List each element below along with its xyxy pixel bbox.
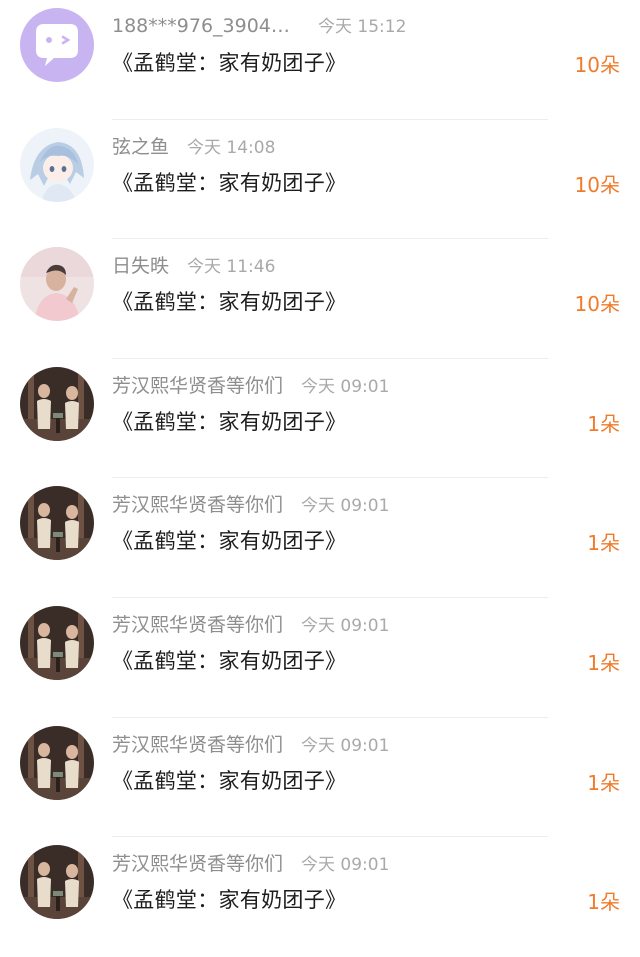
user-name[interactable]: 188***976_39048... bbox=[112, 15, 300, 37]
item-content: 《孟鹤堂：家有奶团子》 bbox=[112, 51, 347, 75]
user-name[interactable]: 芳汉熙华贤香等你们 bbox=[112, 849, 283, 876]
timestamp: 今天 11:46 bbox=[187, 257, 276, 278]
flower-count: 10朵 bbox=[574, 172, 620, 197]
flower-count: 1朵 bbox=[587, 411, 620, 436]
avatar[interactable] bbox=[20, 606, 94, 680]
flower-count: 10朵 bbox=[574, 53, 620, 77]
item-meta: 188***976_39048... 今天 15:12 bbox=[112, 12, 406, 40]
list-item[interactable]: 芳汉熙华贤香等你们 今天 09:01 《孟鹤堂：家有奶团子》 1朵 bbox=[0, 478, 640, 598]
flower-count: 10朵 bbox=[574, 292, 620, 317]
item-content: 《孟鹤堂：家有奶团子》 bbox=[112, 529, 347, 554]
timestamp: 今天 09:01 bbox=[301, 376, 390, 397]
timestamp: 今天 09:01 bbox=[301, 615, 390, 636]
item-content: 《孟鹤堂：家有奶团子》 bbox=[112, 290, 347, 315]
anime-girl-avatar bbox=[20, 128, 94, 202]
stage-duo-photo-avatar bbox=[20, 845, 94, 919]
list-item[interactable]: 188***976_39048... 今天 15:12 《孟鹤堂：家有奶团子》 … bbox=[0, 0, 640, 120]
avatar[interactable] bbox=[20, 8, 94, 82]
item-meta: 日失昳 今天 11:46 bbox=[112, 251, 275, 279]
avatar[interactable] bbox=[20, 128, 94, 202]
item-content: 《孟鹤堂：家有奶团子》 bbox=[112, 648, 347, 673]
avatar[interactable] bbox=[20, 726, 94, 800]
list-item[interactable]: 日失昳 今天 11:46 《孟鹤堂：家有奶团子》 10朵 bbox=[0, 239, 640, 359]
stage-duo-photo-avatar bbox=[20, 367, 94, 441]
item-meta: 芳汉熙华贤香等你们 今天 09:01 bbox=[112, 490, 389, 518]
user-name[interactable]: 芳汉熙华贤香等你们 bbox=[112, 371, 283, 398]
person-photo-avatar bbox=[20, 247, 94, 321]
list-item[interactable]: 芳汉熙华贤香等你们 今天 09:01 《孟鹤堂：家有奶团子》 1朵 bbox=[0, 837, 640, 957]
list-item[interactable]: 弦之鱼 今天 14:08 《孟鹤堂：家有奶团子》 10朵 bbox=[0, 120, 640, 240]
item-meta: 芳汉熙华贤香等你们 今天 09:01 bbox=[112, 849, 389, 877]
timestamp: 今天 09:01 bbox=[301, 735, 390, 756]
gift-list: 188***976_39048... 今天 15:12 《孟鹤堂：家有奶团子》 … bbox=[0, 0, 640, 957]
user-name[interactable]: 弦之鱼 bbox=[112, 132, 169, 159]
stage-duo-photo-avatar bbox=[20, 726, 94, 800]
item-content: 《孟鹤堂：家有奶团子》 bbox=[112, 409, 347, 434]
item-meta: 芳汉熙华贤香等你们 今天 09:01 bbox=[112, 371, 389, 399]
avatar[interactable] bbox=[20, 247, 94, 321]
item-meta: 芳汉熙华贤香等你们 今天 09:01 bbox=[112, 610, 389, 638]
item-content: 《孟鹤堂：家有奶团子》 bbox=[112, 170, 347, 195]
user-name[interactable]: 芳汉熙华贤香等你们 bbox=[112, 730, 283, 757]
stage-duo-photo-avatar bbox=[20, 606, 94, 680]
purple-chat-bubble-icon bbox=[20, 8, 94, 82]
timestamp: 今天 09:01 bbox=[301, 496, 390, 517]
stage-duo-photo-avatar bbox=[20, 486, 94, 560]
item-meta: 芳汉熙华贤香等你们 今天 09:01 bbox=[112, 730, 389, 758]
flower-count: 1朵 bbox=[587, 770, 620, 795]
list-item[interactable]: 芳汉熙华贤香等你们 今天 09:01 《孟鹤堂：家有奶团子》 1朵 bbox=[0, 359, 640, 479]
item-content: 《孟鹤堂：家有奶团子》 bbox=[112, 888, 347, 913]
user-name[interactable]: 日失昳 bbox=[112, 251, 169, 278]
list-item[interactable]: 芳汉熙华贤香等你们 今天 09:01 《孟鹤堂：家有奶团子》 1朵 bbox=[0, 718, 640, 838]
avatar[interactable] bbox=[20, 367, 94, 441]
avatar[interactable] bbox=[20, 486, 94, 560]
timestamp: 今天 14:08 bbox=[187, 137, 276, 158]
avatar[interactable] bbox=[20, 845, 94, 919]
item-content: 《孟鹤堂：家有奶团子》 bbox=[112, 768, 347, 793]
timestamp: 今天 09:01 bbox=[301, 855, 390, 876]
timestamp: 今天 15:12 bbox=[318, 17, 407, 37]
user-name[interactable]: 芳汉熙华贤香等你们 bbox=[112, 610, 283, 637]
item-meta: 弦之鱼 今天 14:08 bbox=[112, 132, 275, 160]
flower-count: 1朵 bbox=[587, 531, 620, 556]
flower-count: 1朵 bbox=[587, 890, 620, 915]
list-item[interactable]: 芳汉熙华贤香等你们 今天 09:01 《孟鹤堂：家有奶团子》 1朵 bbox=[0, 598, 640, 718]
flower-count: 1朵 bbox=[587, 650, 620, 675]
user-name[interactable]: 芳汉熙华贤香等你们 bbox=[112, 490, 283, 517]
